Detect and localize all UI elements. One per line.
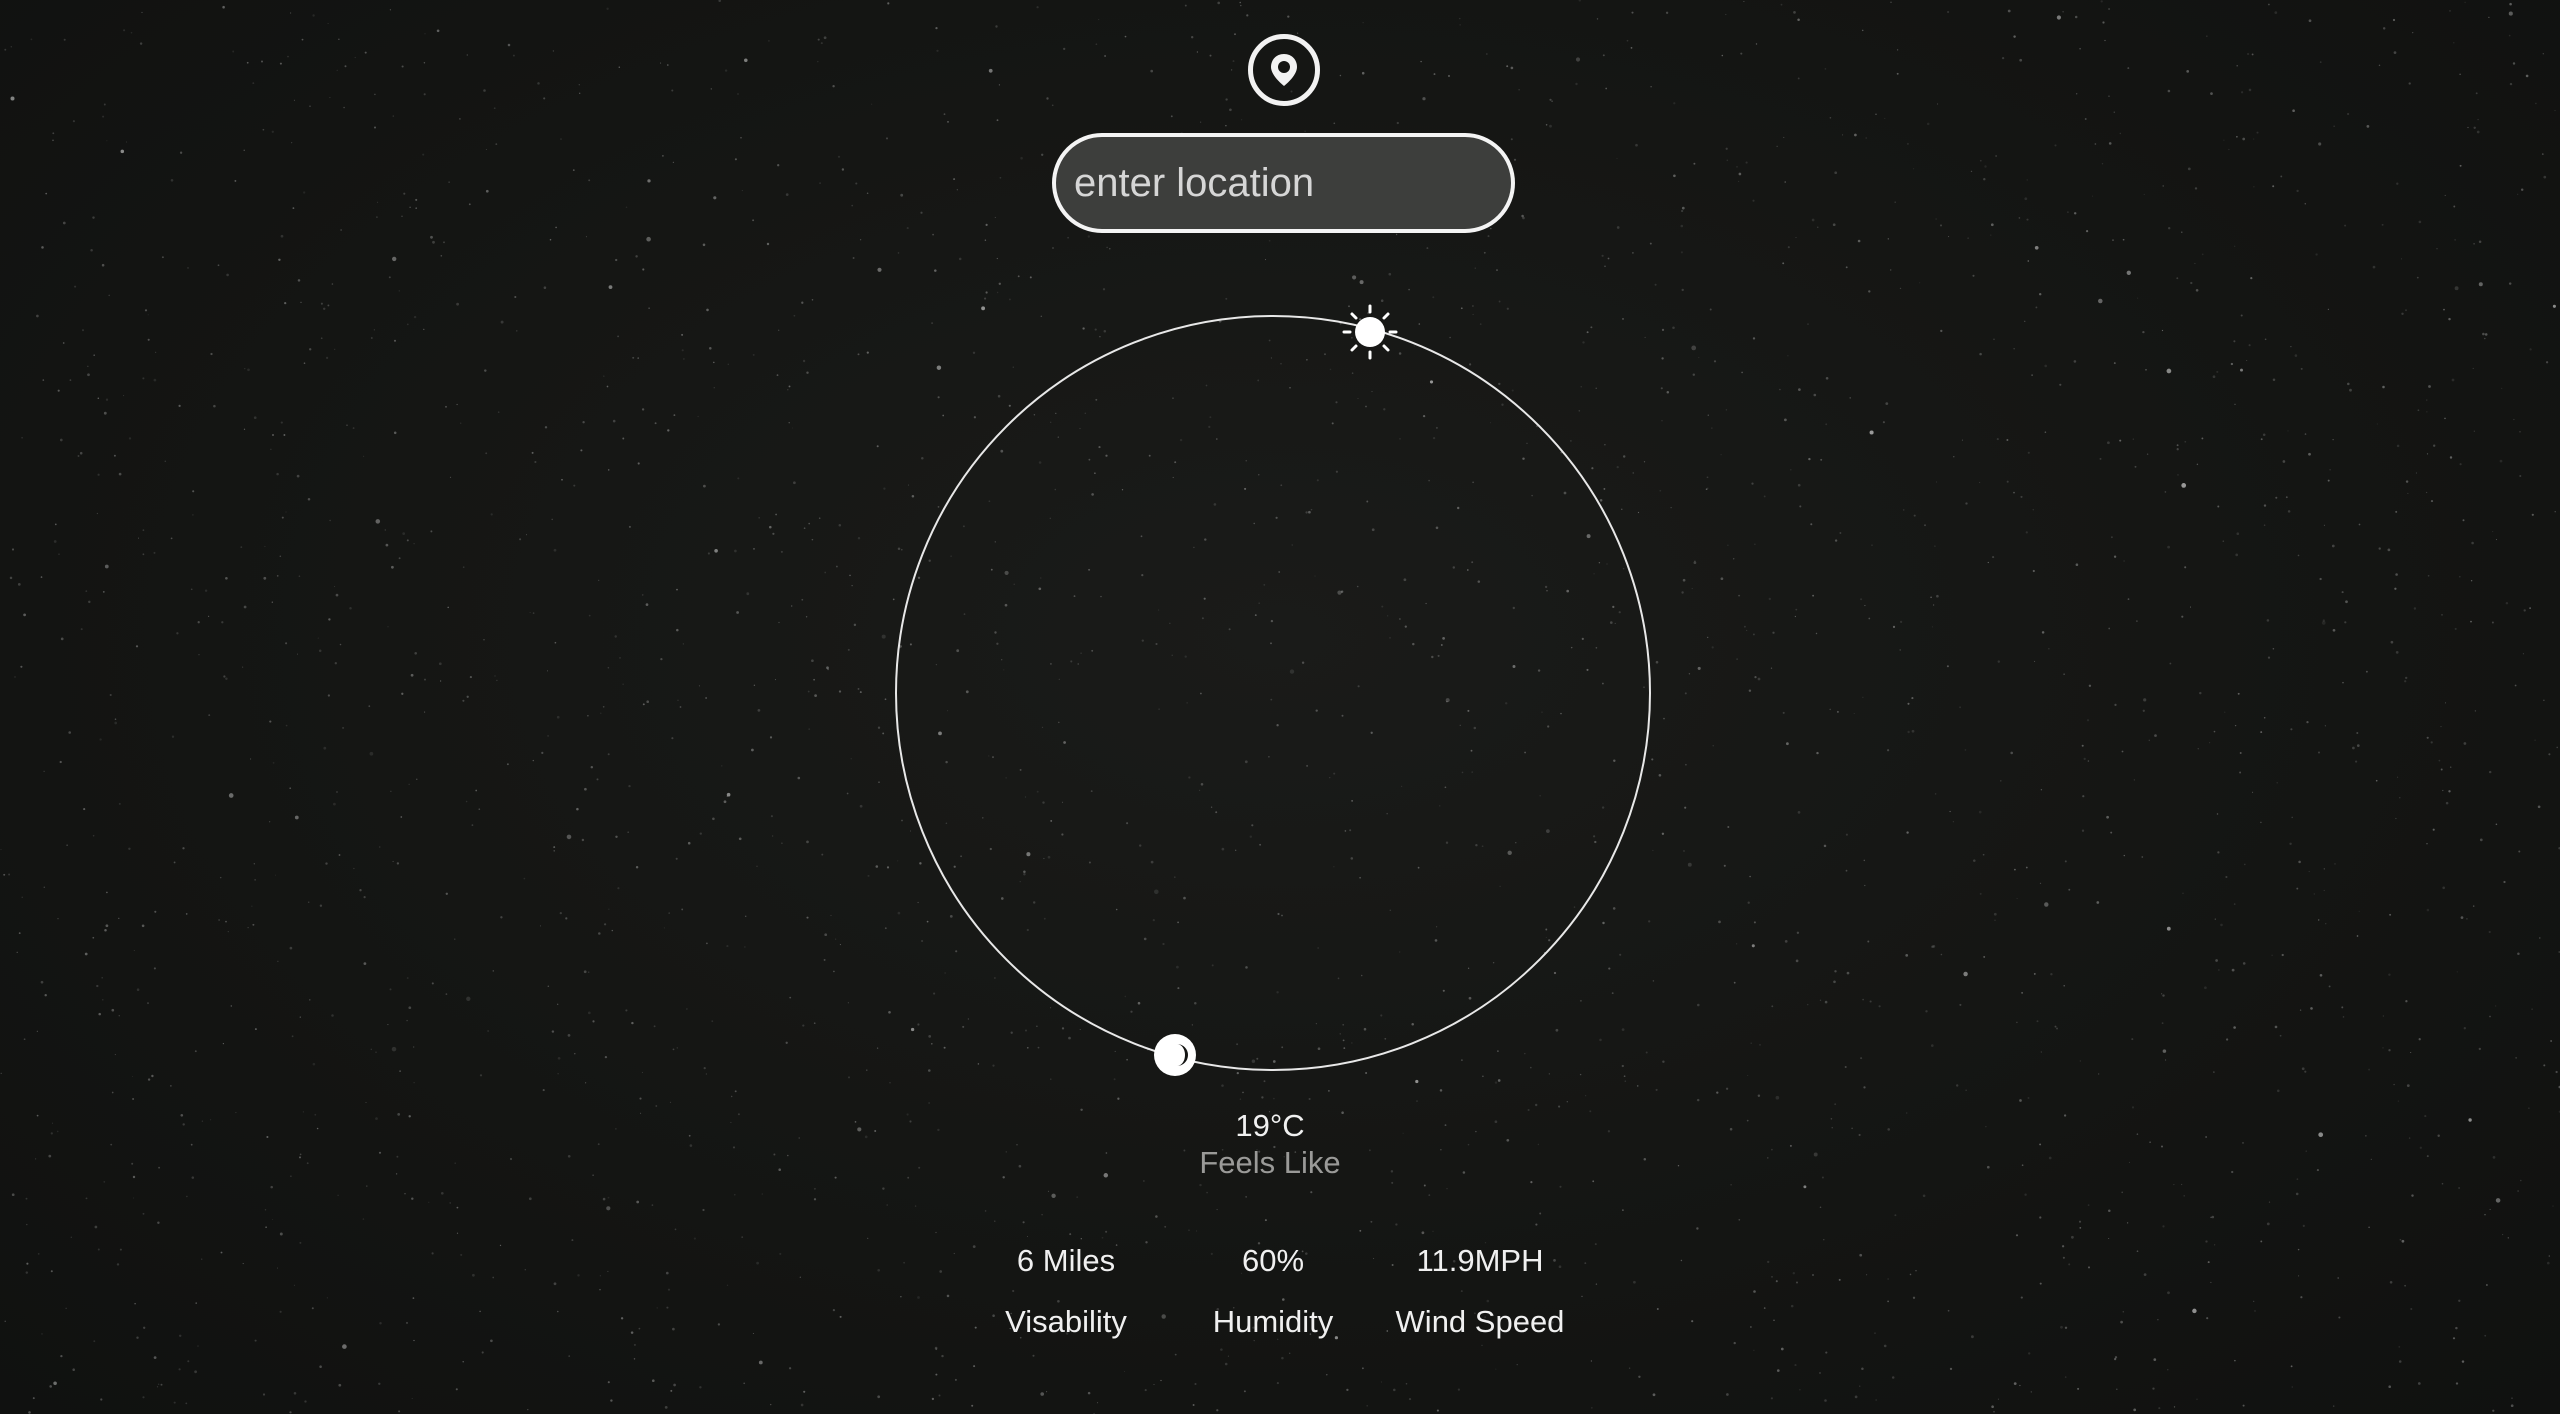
stat-humidity: 60% Humidity — [1153, 1243, 1393, 1340]
stat-label: Wind Speed — [1395, 1304, 1565, 1339]
orbit-ring — [895, 315, 1651, 1071]
stat-wind-speed: 11.9MPH Wind Speed — [1360, 1243, 1600, 1340]
feels-like-label: Feels Like — [1199, 1145, 1341, 1180]
stat-value: 11.9MPH — [1416, 1243, 1544, 1278]
stat-value: 6 Miles — [1016, 1243, 1116, 1278]
stat-value: 60% — [1241, 1243, 1305, 1278]
map-pin-icon[interactable] — [1248, 34, 1320, 106]
sun-icon — [1342, 304, 1398, 360]
temperature-value: 19°C — [1235, 1108, 1305, 1143]
stat-label: Visability — [1005, 1304, 1127, 1339]
weather-app: 19°C Feels Like 6 Miles Visability 60% H… — [0, 0, 2560, 1414]
moon-icon — [1154, 1034, 1196, 1076]
location-search-input[interactable] — [1052, 133, 1515, 233]
stat-label: Humidity — [1212, 1304, 1334, 1339]
stat-visibility: 6 Miles Visability — [946, 1243, 1186, 1340]
sun-moon-orbit — [895, 304, 1651, 1076]
